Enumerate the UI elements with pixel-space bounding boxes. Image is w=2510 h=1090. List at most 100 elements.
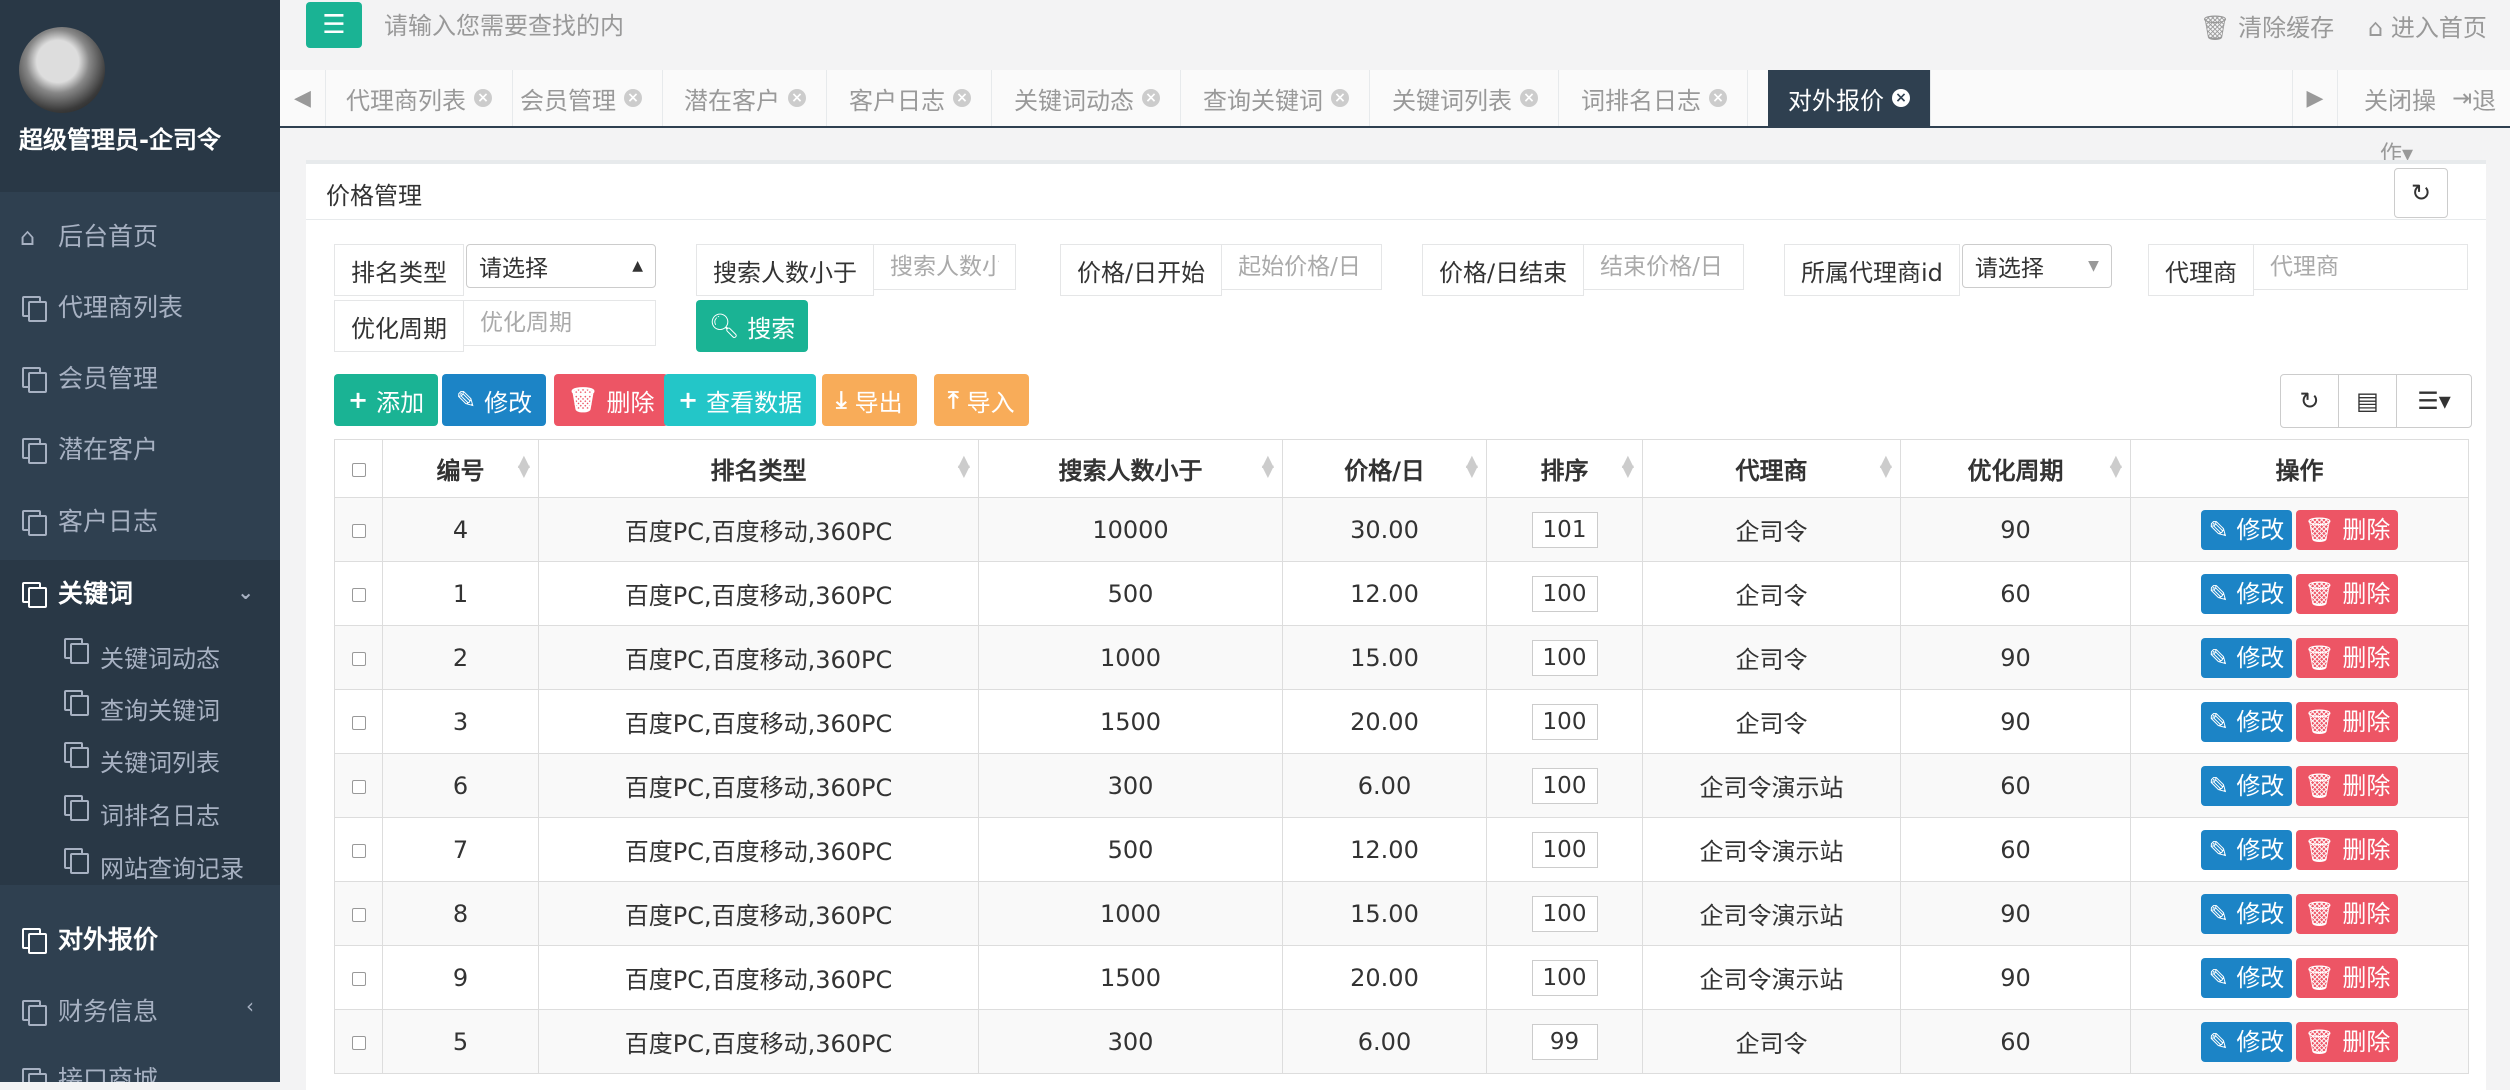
row-checkbox[interactable] xyxy=(351,843,366,858)
table-row[interactable]: 8百度PC,百度移动,360PC100015.00企司令演示站90✎ 修改🗑︎ … xyxy=(334,881,2469,946)
row-delete-button[interactable]: 🗑︎ 删除 xyxy=(2296,637,2399,678)
tab-agent-list[interactable]: 代理商列表 × xyxy=(326,70,513,126)
sidebar-item-agent-list[interactable]: 代理商列表 xyxy=(0,274,280,338)
sort-order-input[interactable] xyxy=(1531,831,1598,868)
menu-toggle-button[interactable]: ☰ xyxy=(306,2,362,48)
sidebar-item-customer-log[interactable]: 客户日志 xyxy=(0,488,280,552)
edit-button[interactable]: ✎ 修改 xyxy=(442,374,547,426)
tab-query-keywords[interactable]: 查询关键词 × xyxy=(1183,70,1370,126)
view-data-button[interactable]: + 查看数据 xyxy=(664,374,817,426)
sidebar-subitem-query-keywords[interactable]: 查询关键词 xyxy=(62,682,220,734)
refresh-table-button[interactable]: ↻ xyxy=(2281,375,2339,427)
sort-order-input[interactable] xyxy=(1531,703,1598,740)
row-edit-button[interactable]: ✎ 修改 xyxy=(2200,957,2293,998)
close-ops-dropdown[interactable]: 关闭操 xyxy=(2364,70,2436,126)
sidebar-subitem-site-query-log[interactable]: 网站查询记录 xyxy=(62,840,244,892)
sort-order-input[interactable] xyxy=(1531,639,1598,676)
panel-refresh-button[interactable]: ↻ xyxy=(2394,168,2448,218)
close-icon[interactable]: × xyxy=(1331,89,1349,107)
select-all-checkbox[interactable] xyxy=(351,462,366,477)
price-end-input[interactable] xyxy=(1584,244,1745,290)
row-checkbox[interactable] xyxy=(351,651,366,666)
col-header-agent[interactable]: 代理商 ▲ ▼ xyxy=(1642,439,1901,498)
col-header-price[interactable]: 价格/日 ▲ ▼ xyxy=(1282,439,1487,498)
sidebar-item-api-mall[interactable]: 接口商城 xyxy=(0,1046,280,1082)
sidebar-item-home[interactable]: ⌂ 后台首页 xyxy=(0,203,280,267)
row-delete-button[interactable]: 🗑︎ 删除 xyxy=(2296,509,2399,550)
profile-name[interactable]: 超级管理员-企司令 xyxy=(19,120,221,155)
delete-button[interactable]: 🗑︎ 删除 xyxy=(554,374,669,426)
row-delete-button[interactable]: 🗑︎ 删除 xyxy=(2296,573,2399,614)
sidebar-subitem-rank-log[interactable]: 词排名日志 xyxy=(62,787,220,839)
sidebar-item-members[interactable]: 会员管理 xyxy=(0,345,280,409)
row-checkbox[interactable] xyxy=(351,523,366,538)
sort-order-input[interactable] xyxy=(1531,575,1598,612)
sidebar-item-finance[interactable]: 财务信息 ‹ xyxy=(0,978,280,1042)
close-icon[interactable]: × xyxy=(1709,89,1727,107)
import-button[interactable]: ⤒ 导入 xyxy=(934,374,1029,426)
sort-order-input[interactable] xyxy=(1531,767,1598,804)
tab-customer-log[interactable]: 客户日志 × xyxy=(829,70,992,126)
row-edit-button[interactable]: ✎ 修改 xyxy=(2200,701,2293,742)
row-edit-button[interactable]: ✎ 修改 xyxy=(2200,573,2293,614)
row-delete-button[interactable]: 🗑︎ 删除 xyxy=(2296,893,2399,934)
row-delete-button[interactable]: 🗑︎ 删除 xyxy=(2296,957,2399,998)
table-row[interactable]: 6百度PC,百度移动,360PC3006.00企司令演示站60✎ 修改🗑︎ 删除 xyxy=(334,753,2469,818)
table-row[interactable]: 2百度PC,百度移动,360PC100015.00企司令90✎ 修改🗑︎ 删除 xyxy=(334,625,2469,690)
export-button[interactable]: ⤓ 导出 xyxy=(822,374,917,426)
col-header-count[interactable]: 搜索人数小于 ▲ ▼ xyxy=(978,439,1283,498)
tabs-scroll-right-button[interactable]: ▶ xyxy=(2292,70,2338,126)
table-row[interactable]: 1百度PC,百度移动,360PC50012.00企司令60✎ 修改🗑︎ 删除 xyxy=(334,561,2469,626)
row-edit-button[interactable]: ✎ 修改 xyxy=(2200,893,2293,934)
sort-order-input[interactable] xyxy=(1531,959,1598,996)
row-edit-button[interactable]: ✎ 修改 xyxy=(2200,637,2293,678)
search-count-input[interactable] xyxy=(874,244,1016,290)
table-row[interactable]: 4百度PC,百度移动,360PC1000030.00企司令90✎ 修改🗑︎ 删除 xyxy=(334,497,2469,562)
close-icon[interactable]: × xyxy=(953,89,971,107)
row-delete-button[interactable]: 🗑︎ 删除 xyxy=(2296,829,2399,870)
tabs-scroll-left-button[interactable]: ◀ xyxy=(280,70,326,126)
row-delete-button[interactable]: 🗑︎ 删除 xyxy=(2296,701,2399,742)
add-button[interactable]: + 添加 xyxy=(334,374,439,426)
go-home-link[interactable]: ⌂ 进入首页 xyxy=(2368,8,2487,43)
row-checkbox[interactable] xyxy=(351,907,366,922)
close-icon[interactable]: × xyxy=(1520,89,1538,107)
period-input[interactable] xyxy=(464,300,656,346)
row-delete-button[interactable]: 🗑︎ 删除 xyxy=(2296,765,2399,806)
sidebar-subitem-keyword-list[interactable]: 关键词列表 xyxy=(62,734,220,786)
row-delete-button[interactable]: 🗑︎ 删除 xyxy=(2296,1021,2399,1062)
close-icon[interactable]: × xyxy=(624,89,642,107)
close-icon[interactable]: × xyxy=(474,89,492,107)
tab-rank-log[interactable]: 词排名日志 × xyxy=(1561,70,1748,126)
row-checkbox[interactable] xyxy=(351,779,366,794)
close-icon[interactable]: × xyxy=(1142,89,1160,107)
sort-order-input[interactable] xyxy=(1531,895,1598,932)
price-start-input[interactable] xyxy=(1222,244,1383,290)
sidebar-item-keywords[interactable]: 关键词 ⌄ xyxy=(0,560,280,624)
sort-order-input[interactable] xyxy=(1531,511,1598,548)
col-header-type[interactable]: 排名类型 ▲ ▼ xyxy=(538,439,979,498)
columns-dropdown-button[interactable]: ☰▾ xyxy=(2397,375,2471,427)
tab-keyword-list[interactable]: 关键词列表 × xyxy=(1372,70,1559,126)
table-row[interactable]: 5百度PC,百度移动,360PC3006.00企司令60✎ 修改🗑︎ 删除 xyxy=(334,1009,2469,1074)
top-search-input[interactable] xyxy=(382,6,682,46)
rank-type-select[interactable]: 请选择 ▲ xyxy=(466,244,656,288)
search-button[interactable]: 🔍︎ 搜索 xyxy=(696,300,808,352)
agent-input[interactable] xyxy=(2254,244,2468,290)
close-icon[interactable]: × xyxy=(788,89,806,107)
clear-cache-link[interactable]: 🗑 清除缓存 xyxy=(2200,8,2334,43)
toggle-view-button[interactable]: ▤ xyxy=(2339,375,2397,427)
sort-order-input[interactable] xyxy=(1531,1023,1598,1060)
col-header-sort[interactable]: 排序 ▲ ▼ xyxy=(1486,439,1643,498)
table-row[interactable]: 3百度PC,百度移动,360PC150020.00企司令90✎ 修改🗑︎ 删除 xyxy=(334,689,2469,754)
sidebar-item-external-quote[interactable]: 对外报价 xyxy=(0,906,280,970)
row-edit-button[interactable]: ✎ 修改 xyxy=(2200,1021,2293,1062)
row-checkbox[interactable] xyxy=(351,1035,366,1050)
row-edit-button[interactable]: ✎ 修改 xyxy=(2200,829,2293,870)
row-edit-button[interactable]: ✎ 修改 xyxy=(2200,765,2293,806)
logout-link[interactable]: ⇥ 退 xyxy=(2452,70,2496,126)
row-checkbox[interactable] xyxy=(351,971,366,986)
table-row[interactable]: 9百度PC,百度移动,360PC150020.00企司令演示站90✎ 修改🗑︎ … xyxy=(334,945,2469,1010)
row-edit-button[interactable]: ✎ 修改 xyxy=(2200,509,2293,550)
tab-members[interactable]: 会员管理 × xyxy=(500,70,663,126)
